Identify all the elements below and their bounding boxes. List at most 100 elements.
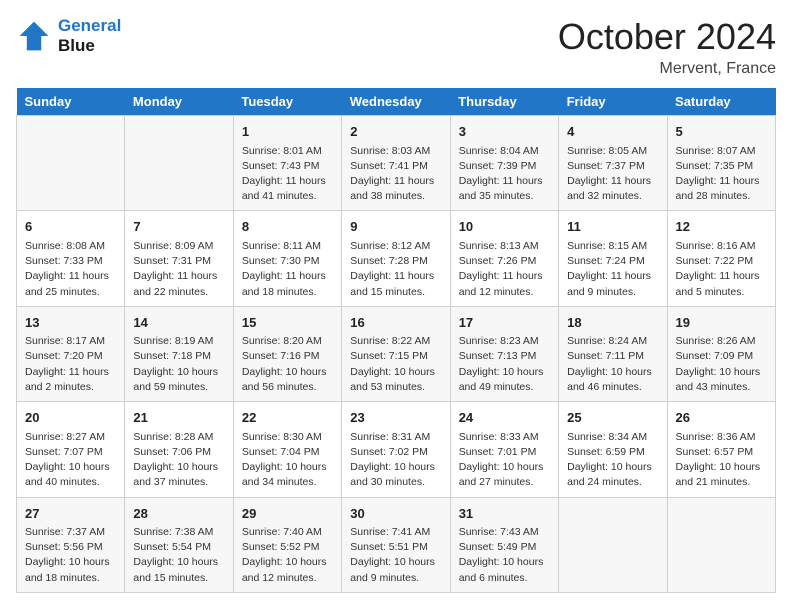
calendar-cell: 12Sunrise: 8:16 AM Sunset: 7:22 PM Dayli…: [667, 211, 775, 306]
day-info: Sunrise: 8:23 AM Sunset: 7:13 PM Dayligh…: [459, 334, 550, 395]
day-info: Sunrise: 8:33 AM Sunset: 7:01 PM Dayligh…: [459, 430, 550, 491]
header: General Blue October 2024 Mervent, Franc…: [16, 16, 776, 78]
calendar-cell: 2Sunrise: 8:03 AM Sunset: 7:41 PM Daylig…: [342, 116, 450, 211]
calendar-cell: 10Sunrise: 8:13 AM Sunset: 7:26 PM Dayli…: [450, 211, 558, 306]
calendar-week-row: 13Sunrise: 8:17 AM Sunset: 7:20 PM Dayli…: [17, 306, 776, 401]
calendar-week-row: 1Sunrise: 8:01 AM Sunset: 7:43 PM Daylig…: [17, 116, 776, 211]
day-info: Sunrise: 8:15 AM Sunset: 7:24 PM Dayligh…: [567, 239, 658, 300]
logo-icon: [16, 18, 52, 54]
day-number: 20: [25, 408, 116, 428]
day-number: 11: [567, 217, 658, 237]
day-number: 5: [676, 122, 767, 142]
calendar-cell: 31Sunrise: 7:43 AM Sunset: 5:49 PM Dayli…: [450, 497, 558, 592]
calendar-cell: 29Sunrise: 7:40 AM Sunset: 5:52 PM Dayli…: [233, 497, 341, 592]
calendar-cell: 8Sunrise: 8:11 AM Sunset: 7:30 PM Daylig…: [233, 211, 341, 306]
day-number: 1: [242, 122, 333, 142]
calendar-week-row: 6Sunrise: 8:08 AM Sunset: 7:33 PM Daylig…: [17, 211, 776, 306]
calendar-cell: 13Sunrise: 8:17 AM Sunset: 7:20 PM Dayli…: [17, 306, 125, 401]
weekday-header-cell: Sunday: [17, 88, 125, 116]
day-info: Sunrise: 8:22 AM Sunset: 7:15 PM Dayligh…: [350, 334, 441, 395]
day-number: 21: [133, 408, 224, 428]
day-info: Sunrise: 8:04 AM Sunset: 7:39 PM Dayligh…: [459, 144, 550, 205]
calendar-cell: 5Sunrise: 8:07 AM Sunset: 7:35 PM Daylig…: [667, 116, 775, 211]
calendar-cell: 28Sunrise: 7:38 AM Sunset: 5:54 PM Dayli…: [125, 497, 233, 592]
day-info: Sunrise: 8:01 AM Sunset: 7:43 PM Dayligh…: [242, 144, 333, 205]
day-info: Sunrise: 7:37 AM Sunset: 5:56 PM Dayligh…: [25, 525, 116, 586]
calendar-cell: 30Sunrise: 7:41 AM Sunset: 5:51 PM Dayli…: [342, 497, 450, 592]
day-info: Sunrise: 8:05 AM Sunset: 7:37 PM Dayligh…: [567, 144, 658, 205]
calendar-cell: 19Sunrise: 8:26 AM Sunset: 7:09 PM Dayli…: [667, 306, 775, 401]
calendar-cell: 24Sunrise: 8:33 AM Sunset: 7:01 PM Dayli…: [450, 402, 558, 497]
calendar-cell: 15Sunrise: 8:20 AM Sunset: 7:16 PM Dayli…: [233, 306, 341, 401]
calendar-body: 1Sunrise: 8:01 AM Sunset: 7:43 PM Daylig…: [17, 116, 776, 593]
day-number: 28: [133, 504, 224, 524]
calendar-cell: [17, 116, 125, 211]
day-info: Sunrise: 8:13 AM Sunset: 7:26 PM Dayligh…: [459, 239, 550, 300]
logo: General Blue: [16, 16, 121, 56]
day-number: 29: [242, 504, 333, 524]
calendar-cell: 6Sunrise: 8:08 AM Sunset: 7:33 PM Daylig…: [17, 211, 125, 306]
calendar-cell: 18Sunrise: 8:24 AM Sunset: 7:11 PM Dayli…: [559, 306, 667, 401]
day-info: Sunrise: 8:30 AM Sunset: 7:04 PM Dayligh…: [242, 430, 333, 491]
weekday-header-cell: Wednesday: [342, 88, 450, 116]
day-number: 4: [567, 122, 658, 142]
logo-text: General Blue: [58, 16, 121, 56]
day-number: 18: [567, 313, 658, 333]
calendar-week-row: 27Sunrise: 7:37 AM Sunset: 5:56 PM Dayli…: [17, 497, 776, 592]
calendar-cell: 16Sunrise: 8:22 AM Sunset: 7:15 PM Dayli…: [342, 306, 450, 401]
weekday-header-row: SundayMondayTuesdayWednesdayThursdayFrid…: [17, 88, 776, 116]
calendar-cell: 26Sunrise: 8:36 AM Sunset: 6:57 PM Dayli…: [667, 402, 775, 497]
day-info: Sunrise: 8:36 AM Sunset: 6:57 PM Dayligh…: [676, 430, 767, 491]
calendar-cell: 3Sunrise: 8:04 AM Sunset: 7:39 PM Daylig…: [450, 116, 558, 211]
calendar-cell: 17Sunrise: 8:23 AM Sunset: 7:13 PM Dayli…: [450, 306, 558, 401]
calendar-cell: 4Sunrise: 8:05 AM Sunset: 7:37 PM Daylig…: [559, 116, 667, 211]
day-info: Sunrise: 8:24 AM Sunset: 7:11 PM Dayligh…: [567, 334, 658, 395]
day-number: 27: [25, 504, 116, 524]
day-number: 22: [242, 408, 333, 428]
day-number: 30: [350, 504, 441, 524]
day-number: 3: [459, 122, 550, 142]
day-number: 12: [676, 217, 767, 237]
day-info: Sunrise: 8:07 AM Sunset: 7:35 PM Dayligh…: [676, 144, 767, 205]
day-number: 13: [25, 313, 116, 333]
day-number: 24: [459, 408, 550, 428]
day-number: 6: [25, 217, 116, 237]
day-number: 19: [676, 313, 767, 333]
day-info: Sunrise: 8:09 AM Sunset: 7:31 PM Dayligh…: [133, 239, 224, 300]
day-info: Sunrise: 8:27 AM Sunset: 7:07 PM Dayligh…: [25, 430, 116, 491]
day-info: Sunrise: 8:28 AM Sunset: 7:06 PM Dayligh…: [133, 430, 224, 491]
day-info: Sunrise: 8:34 AM Sunset: 6:59 PM Dayligh…: [567, 430, 658, 491]
weekday-header-cell: Saturday: [667, 88, 775, 116]
day-info: Sunrise: 7:43 AM Sunset: 5:49 PM Dayligh…: [459, 525, 550, 586]
day-info: Sunrise: 7:41 AM Sunset: 5:51 PM Dayligh…: [350, 525, 441, 586]
weekday-header-cell: Tuesday: [233, 88, 341, 116]
day-info: Sunrise: 8:26 AM Sunset: 7:09 PM Dayligh…: [676, 334, 767, 395]
day-number: 26: [676, 408, 767, 428]
day-number: 8: [242, 217, 333, 237]
day-info: Sunrise: 8:11 AM Sunset: 7:30 PM Dayligh…: [242, 239, 333, 300]
calendar-cell: 11Sunrise: 8:15 AM Sunset: 7:24 PM Dayli…: [559, 211, 667, 306]
day-number: 2: [350, 122, 441, 142]
day-info: Sunrise: 7:38 AM Sunset: 5:54 PM Dayligh…: [133, 525, 224, 586]
day-info: Sunrise: 7:40 AM Sunset: 5:52 PM Dayligh…: [242, 525, 333, 586]
calendar-cell: 23Sunrise: 8:31 AM Sunset: 7:02 PM Dayli…: [342, 402, 450, 497]
weekday-header-cell: Thursday: [450, 88, 558, 116]
day-info: Sunrise: 8:20 AM Sunset: 7:16 PM Dayligh…: [242, 334, 333, 395]
calendar-cell: 25Sunrise: 8:34 AM Sunset: 6:59 PM Dayli…: [559, 402, 667, 497]
day-number: 25: [567, 408, 658, 428]
day-info: Sunrise: 8:17 AM Sunset: 7:20 PM Dayligh…: [25, 334, 116, 395]
month-title: October 2024: [558, 16, 776, 58]
day-number: 15: [242, 313, 333, 333]
day-info: Sunrise: 8:08 AM Sunset: 7:33 PM Dayligh…: [25, 239, 116, 300]
day-info: Sunrise: 8:31 AM Sunset: 7:02 PM Dayligh…: [350, 430, 441, 491]
calendar-cell: 14Sunrise: 8:19 AM Sunset: 7:18 PM Dayli…: [125, 306, 233, 401]
day-number: 23: [350, 408, 441, 428]
day-number: 17: [459, 313, 550, 333]
calendar-cell: [559, 497, 667, 592]
calendar-cell: 7Sunrise: 8:09 AM Sunset: 7:31 PM Daylig…: [125, 211, 233, 306]
calendar-cell: [125, 116, 233, 211]
day-info: Sunrise: 8:12 AM Sunset: 7:28 PM Dayligh…: [350, 239, 441, 300]
calendar-table: SundayMondayTuesdayWednesdayThursdayFrid…: [16, 88, 776, 593]
day-number: 16: [350, 313, 441, 333]
day-number: 31: [459, 504, 550, 524]
